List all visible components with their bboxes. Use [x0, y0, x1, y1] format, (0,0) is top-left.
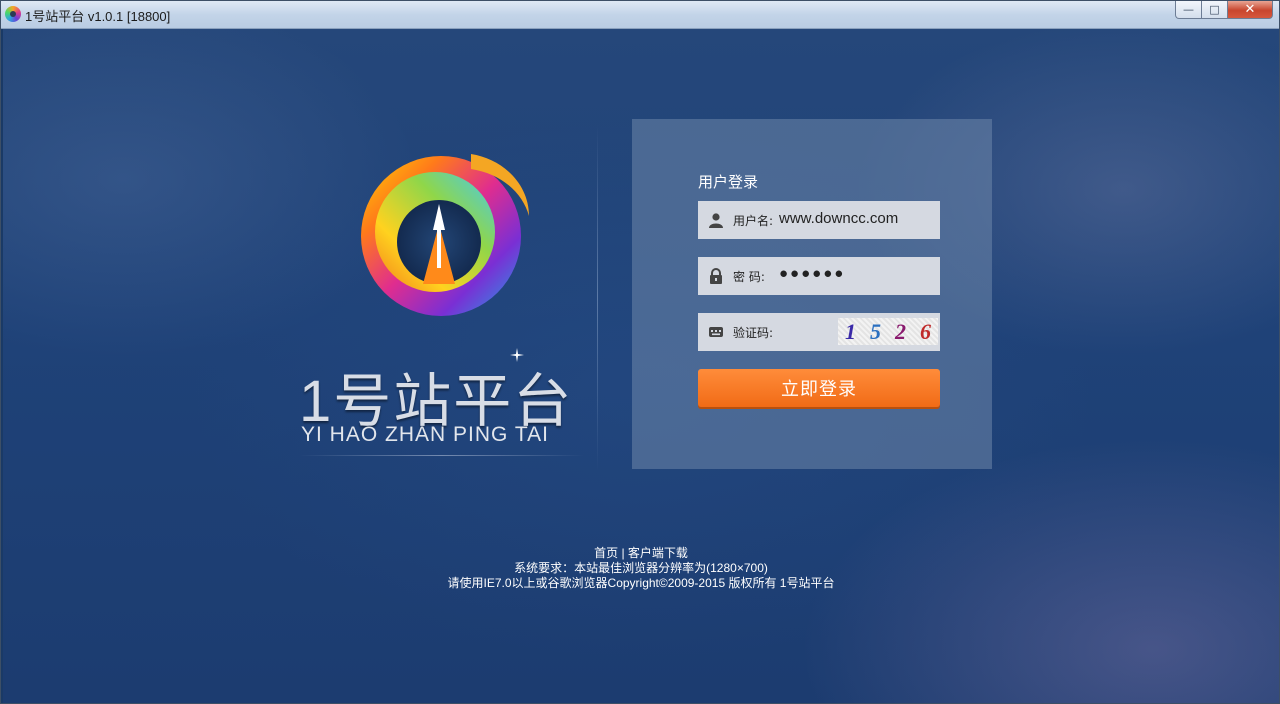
lock-icon	[710, 268, 722, 284]
brand-underline	[299, 455, 584, 456]
captcha-field[interactable]: 验证码: 1 5 2 6	[698, 313, 940, 351]
brand-name-en: YI HAO ZHAN PING TAI	[301, 423, 549, 446]
username-label: 用户名:	[733, 214, 774, 228]
login-panel: 用户登录 用户名: www.downcc.com 密 码: ●●●●●● 验证码…	[632, 119, 992, 469]
username-input[interactable]: www.downcc.com	[779, 210, 898, 227]
main-content: 1号站平台 YI HAO ZHAN PING TAI 用户登录 用户名: www…	[3, 29, 1279, 703]
title-bar[interactable]: 1号站平台 v1.0.1 [18800] — □ ✕	[1, 1, 1279, 29]
window-title: 1号站平台 v1.0.1 [18800]	[25, 9, 171, 24]
password-input[interactable]: ●●●●●●	[779, 265, 845, 282]
maximize-button[interactable]: □	[1202, 1, 1228, 19]
minimize-button[interactable]: —	[1175, 1, 1202, 19]
user-icon	[709, 213, 723, 228]
footer-separator: |	[621, 546, 625, 560]
username-field[interactable]: 用户名: www.downcc.com	[698, 201, 940, 239]
copyright-text: 请使用IE7.0以上或谷歌浏览器Copyright©2009-2015 版权所有…	[447, 576, 835, 590]
keyboard-icon	[709, 327, 723, 337]
client-download-link[interactable]: 客户端下载	[628, 546, 688, 560]
captcha-digit: 5	[870, 318, 881, 344]
window-controls: — □ ✕	[1175, 1, 1273, 20]
vertical-divider	[597, 124, 598, 471]
app-window: 1号站平台 v1.0.1 [18800] — □ ✕ 1号站平台 YI HAO …	[0, 0, 1280, 704]
captcha-digit: 6	[920, 318, 931, 344]
captcha-digit: 1	[845, 318, 856, 344]
login-button[interactable]: 立即登录	[698, 369, 940, 407]
home-link[interactable]: 首页	[594, 546, 618, 560]
brand-logo-icon	[361, 154, 529, 316]
password-label: 密 码:	[733, 270, 765, 284]
captcha-image[interactable]: 1 5 2 6	[838, 318, 938, 345]
password-field[interactable]: 密 码: ●●●●●●	[698, 257, 940, 295]
login-title: 用户登录	[698, 173, 759, 191]
close-button[interactable]: ✕	[1228, 1, 1273, 19]
captcha-digit: 2	[895, 318, 906, 344]
app-logo-icon	[5, 6, 21, 22]
captcha-label: 验证码:	[733, 326, 774, 340]
